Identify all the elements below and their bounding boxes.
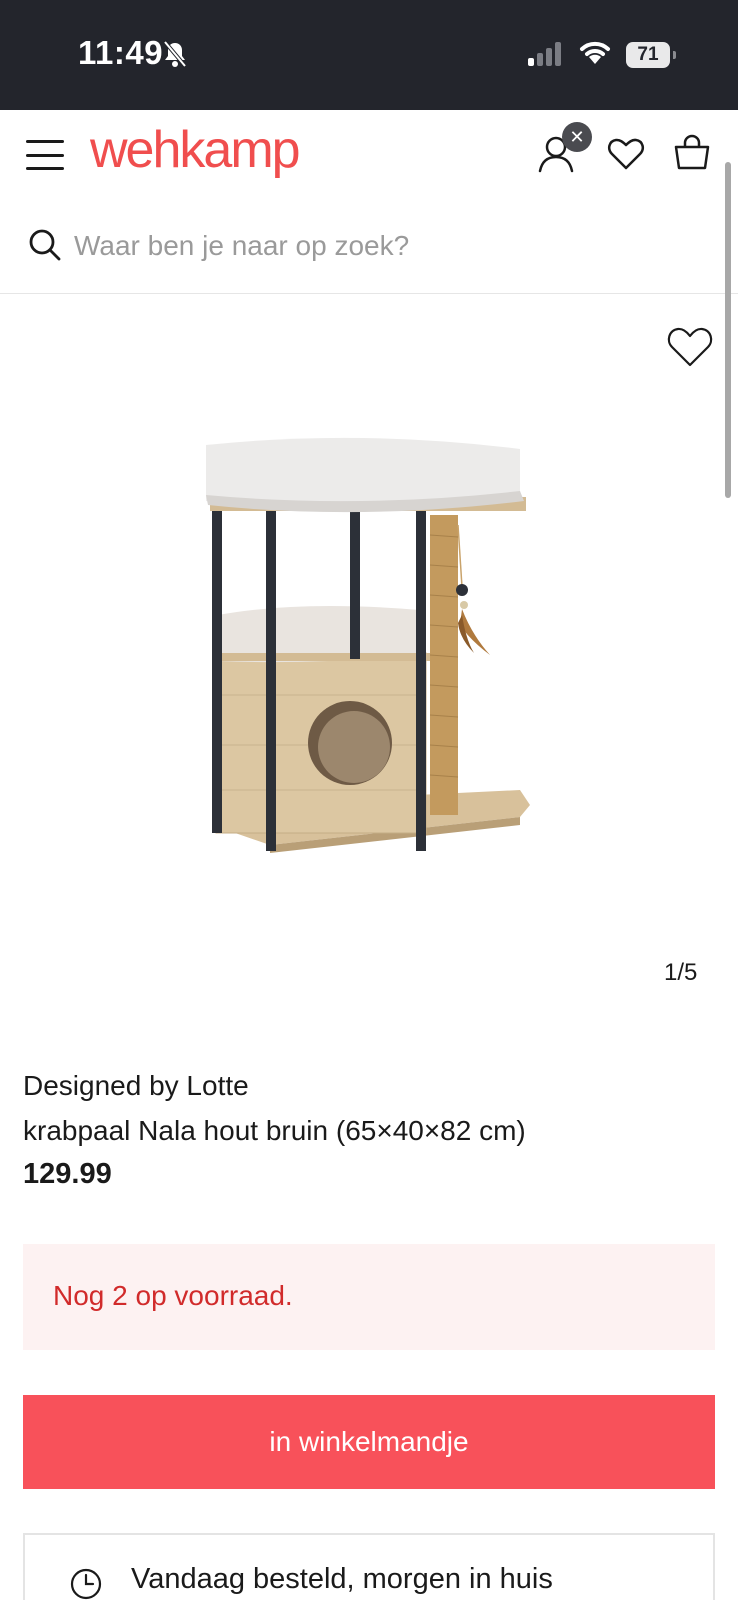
product-title: krabpaal Nala hout bruin (65×40×82 cm) <box>23 1115 526 1146</box>
image-counter: 1/5 <box>664 959 698 986</box>
product-gallery[interactable]: 1/5 <box>0 295 738 1015</box>
bell-slash-icon <box>163 40 187 68</box>
shopping-bag-icon[interactable] <box>672 134 712 174</box>
delivery-info: Vandaag besteld, morgen in huis <box>23 1533 715 1600</box>
product-price: 129.99 <box>23 1158 112 1190</box>
product-image <box>206 437 530 853</box>
search-input[interactable] <box>74 224 674 268</box>
heart-outline-icon[interactable] <box>666 325 714 369</box>
search-bar <box>0 200 738 294</box>
heart-icon[interactable] <box>606 134 646 174</box>
wehkamp-logo[interactable]: wehkamp <box>90 120 301 180</box>
add-to-cart-button[interactable]: in winkelmandje <box>23 1395 715 1489</box>
stock-message: Nog 2 op voorraad. <box>53 1280 293 1311</box>
status-time: 11:49 <box>78 34 164 71</box>
stock-notice: Nog 2 op voorraad. <box>23 1244 715 1350</box>
menu-icon[interactable] <box>26 140 64 170</box>
cellular-signal-icon <box>528 42 561 66</box>
account-status-badge: ✕ <box>562 122 592 152</box>
status-bar: 11:49 71 <box>0 0 738 110</box>
search-icon <box>29 229 61 261</box>
wifi-icon <box>580 41 610 64</box>
site-header: wehkamp ✕ <box>0 110 738 200</box>
delivery-text: Vandaag besteld, morgen in huis <box>131 1563 553 1595</box>
product-brand[interactable]: Designed by Lotte <box>23 1070 249 1102</box>
clock-icon <box>70 1568 102 1600</box>
battery-icon: 71 <box>626 42 676 68</box>
